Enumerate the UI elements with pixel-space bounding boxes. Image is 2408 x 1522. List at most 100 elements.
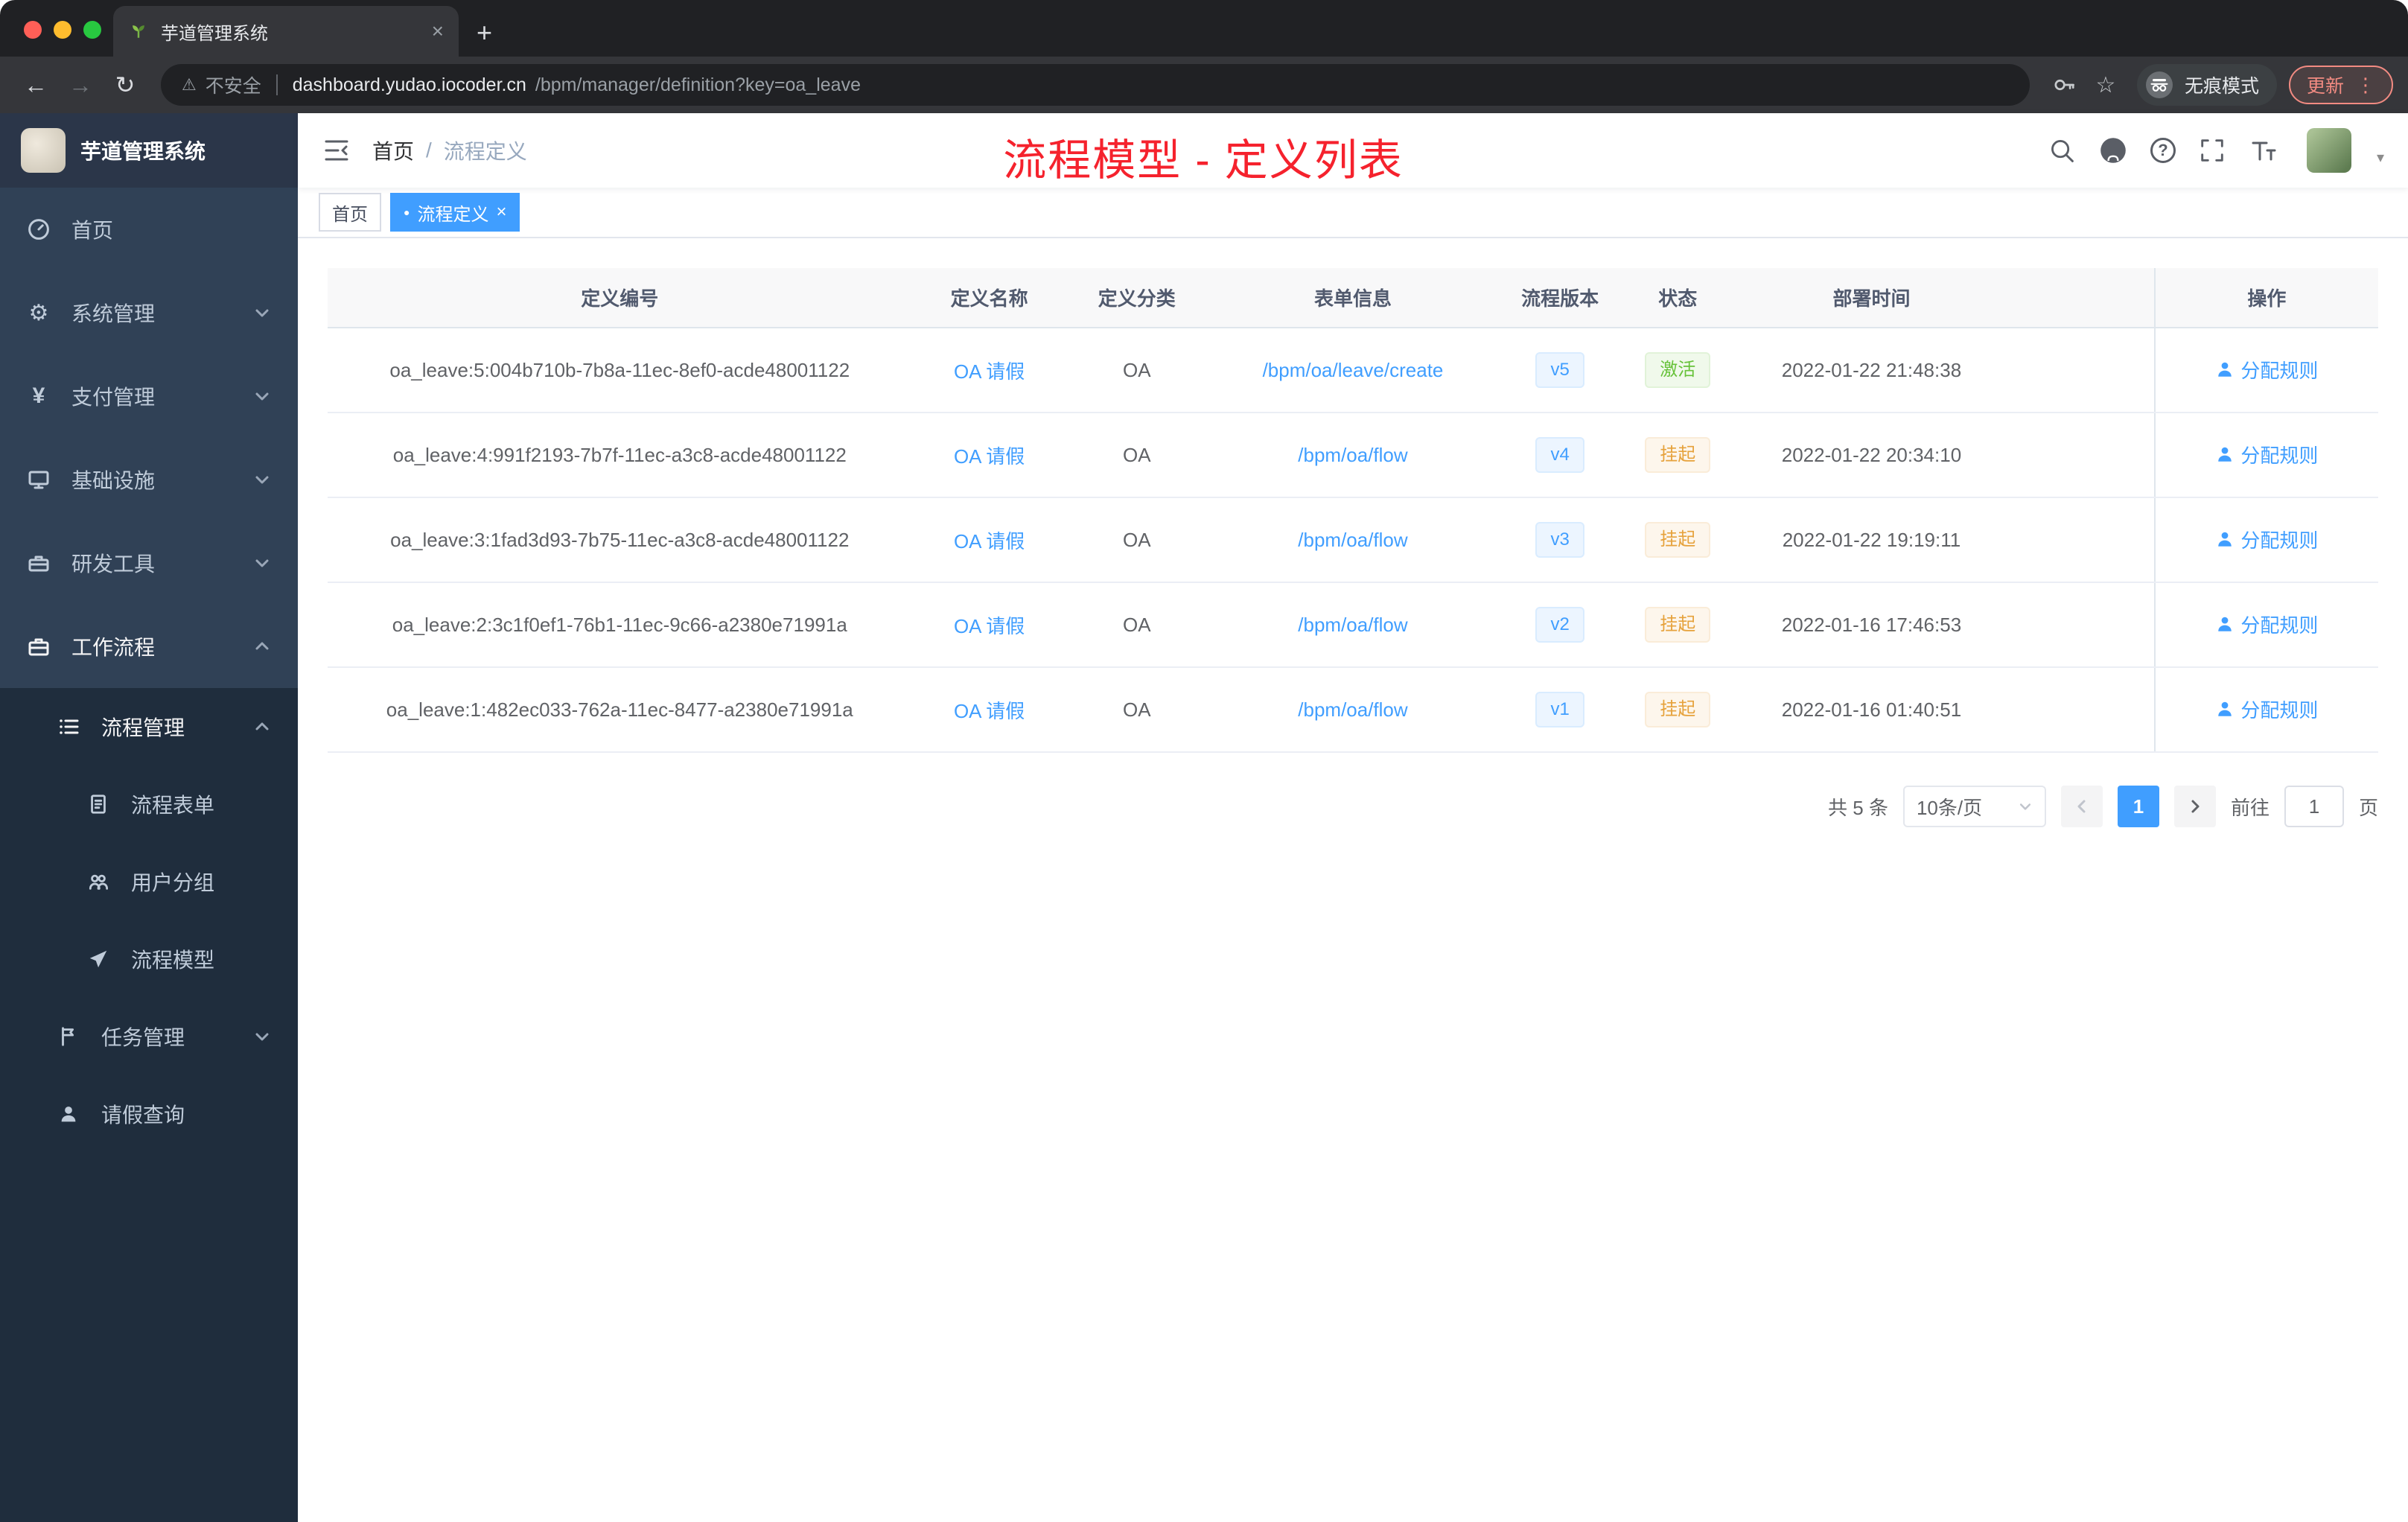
cell-definition-id: oa_leave:3:1fad3d93-7b75-11ec-a3c8-acde4… bbox=[328, 497, 912, 583]
sidebar-item-payment[interactable]: ¥ 支付管理 bbox=[0, 354, 298, 438]
sidebar-item-task-mgmt[interactable]: 任务管理 bbox=[0, 998, 298, 1075]
fullscreen-icon[interactable] bbox=[2198, 136, 2226, 165]
page-size-select[interactable]: 10条/页 bbox=[1902, 786, 2046, 827]
back-icon[interactable]: ← bbox=[15, 64, 57, 106]
tag-close-icon[interactable]: × bbox=[496, 203, 506, 221]
sidebar-item-home[interactable]: 首页 bbox=[0, 188, 298, 271]
key-icon[interactable] bbox=[2045, 66, 2083, 104]
breadcrumb-home[interactable]: 首页 bbox=[372, 136, 414, 165]
forward-icon[interactable]: → bbox=[60, 64, 101, 106]
bookmark-star-icon[interactable]: ☆ bbox=[2086, 66, 2125, 104]
window-zoom-button[interactable] bbox=[83, 21, 101, 39]
goto-label: 前往 bbox=[2230, 796, 2270, 819]
col-header-status: 状态 bbox=[1621, 268, 1735, 328]
search-icon[interactable] bbox=[2048, 136, 2076, 165]
tag-home[interactable]: 首页 bbox=[319, 193, 381, 232]
goto-page-input[interactable] bbox=[2284, 786, 2344, 827]
definition-name-link[interactable]: OA 请假 bbox=[954, 700, 1025, 722]
window-close-button[interactable] bbox=[24, 21, 42, 39]
sidebar-item-label: 流程表单 bbox=[131, 794, 215, 817]
sidebar-item-workflow[interactable]: 工作流程 bbox=[0, 605, 298, 688]
sidebar-item-user-group[interactable]: 用户分组 bbox=[0, 843, 298, 920]
reload-icon[interactable]: ↻ bbox=[104, 64, 146, 106]
page-number-button[interactable]: 1 bbox=[2117, 786, 2159, 827]
assign-rule-button[interactable]: 分配规则 bbox=[2215, 356, 2318, 383]
col-header-version: 流程版本 bbox=[1499, 268, 1622, 328]
chevron-down-icon bbox=[255, 392, 269, 401]
url-host: dashboard.yudao.iocoder.cn bbox=[292, 74, 526, 95]
cell-spacer bbox=[2008, 413, 2155, 498]
url-path: /bpm/manager/definition?key=oa_leave bbox=[535, 74, 861, 95]
definition-name-link[interactable]: OA 请假 bbox=[954, 445, 1025, 468]
sidebar-item-label: 流程模型 bbox=[131, 949, 215, 972]
pagination-total: 共 5 条 bbox=[1828, 796, 1888, 819]
table-row: oa_leave:2:3c1f0ef1-76b1-11ec-9c66-a2380… bbox=[328, 582, 2378, 668]
cell-spacer bbox=[2008, 497, 2155, 583]
cell-category: OA bbox=[1066, 582, 1207, 668]
sidebar-item-process-form[interactable]: 流程表单 bbox=[0, 765, 298, 843]
page-title-annotation: 流程模型 - 定义列表 bbox=[1003, 136, 1404, 185]
sidebar-item-label: 工作流程 bbox=[71, 636, 156, 659]
form-link[interactable]: /bpm/oa/flow bbox=[1298, 698, 1407, 721]
pagination: 共 5 条 10条/页 1 前往 页 bbox=[328, 786, 2378, 827]
sidebar-item-label: 任务管理 bbox=[101, 1026, 185, 1049]
assign-rule-button[interactable]: 分配规则 bbox=[2215, 611, 2318, 638]
sidebar-item-process-mgmt[interactable]: 流程管理 bbox=[0, 688, 298, 765]
chevron-down-icon bbox=[255, 559, 269, 567]
favicon-icon bbox=[133, 25, 144, 38]
table-row: oa_leave:5:004b710b-7b8a-11ec-8ef0-acde4… bbox=[328, 328, 2378, 413]
person-icon bbox=[2218, 617, 2232, 631]
cell-spacer bbox=[2008, 667, 2155, 753]
avatar-caret-icon[interactable]: ▾ bbox=[2377, 148, 2384, 167]
address-bar[interactable]: ⚠ 不安全 dashboard.yudao.iocoder.cn/bpm/man… bbox=[161, 64, 2030, 106]
sidebar-item-label: 用户分组 bbox=[131, 871, 215, 894]
assign-rule-button[interactable]: 分配规则 bbox=[2215, 441, 2318, 468]
form-link[interactable]: /bpm/oa/flow bbox=[1298, 614, 1407, 636]
warning-icon: ⚠ bbox=[182, 75, 197, 94]
user-avatar[interactable] bbox=[2306, 128, 2351, 173]
help-icon[interactable]: ? bbox=[2150, 138, 2176, 163]
chevron-up-icon bbox=[255, 722, 269, 730]
table-header-row: 定义编号 定义名称 定义分类 表单信息 流程版本 状态 部署时间 操作 bbox=[328, 268, 2378, 328]
version-tag: v5 bbox=[1535, 352, 1584, 388]
definition-name-link[interactable]: OA 请假 bbox=[954, 360, 1025, 383]
sidebar-item-infra[interactable]: 基础设施 bbox=[0, 438, 298, 521]
cell-deploy-time: 2022-01-22 21:48:38 bbox=[1734, 328, 2009, 413]
version-tag: v3 bbox=[1535, 522, 1584, 558]
definition-name-link[interactable]: OA 请假 bbox=[954, 615, 1025, 637]
assign-rule-button[interactable]: 分配规则 bbox=[2215, 695, 2318, 723]
github-icon[interactable] bbox=[2098, 136, 2128, 165]
next-page-button[interactable] bbox=[2173, 786, 2216, 827]
form-link[interactable]: /bpm/oa/leave/create bbox=[1263, 359, 1444, 381]
person-icon bbox=[2218, 701, 2232, 716]
sidebar: 芋道管理系统 首页 ⚙ 系统管理 ¥ 支付管理 基础设施 研发工具 工作流程 流… bbox=[0, 113, 298, 1522]
url-separator bbox=[275, 74, 278, 95]
monitor-icon bbox=[27, 468, 51, 491]
window-minimize-button[interactable] bbox=[54, 21, 71, 39]
sidebar-item-leave-query[interactable]: 请假查询 bbox=[0, 1075, 298, 1153]
form-link[interactable]: /bpm/oa/flow bbox=[1298, 444, 1407, 466]
toolbox-icon bbox=[27, 551, 51, 575]
browser-tab[interactable]: 芋道管理系统 × bbox=[113, 6, 459, 57]
sidebar-item-process-model[interactable]: 流程模型 bbox=[0, 920, 298, 998]
assign-rule-button[interactable]: 分配规则 bbox=[2215, 526, 2318, 553]
definition-name-link[interactable]: OA 请假 bbox=[954, 530, 1025, 553]
form-link[interactable]: /bpm/oa/flow bbox=[1298, 529, 1407, 551]
status-badge: 激活 bbox=[1645, 352, 1711, 388]
prev-page-button[interactable] bbox=[2060, 786, 2103, 827]
new-tab-button[interactable]: + bbox=[477, 19, 492, 46]
active-dot-icon: ● bbox=[404, 206, 410, 218]
sidebar-item-system[interactable]: ⚙ 系统管理 bbox=[0, 271, 298, 354]
font-size-icon[interactable] bbox=[2249, 136, 2278, 165]
col-header-spacer bbox=[2008, 268, 2155, 328]
person-icon bbox=[2218, 532, 2232, 547]
sidebar-item-devtools[interactable]: 研发工具 bbox=[0, 521, 298, 605]
sidebar-toggle-icon[interactable] bbox=[322, 136, 351, 165]
incognito-icon bbox=[2145, 71, 2173, 98]
version-tag: v1 bbox=[1535, 692, 1584, 727]
update-button[interactable]: 更新 ⋮ bbox=[2288, 66, 2393, 104]
tag-process-definition[interactable]: ● 流程定义 × bbox=[390, 193, 520, 232]
tab-close-icon[interactable]: × bbox=[432, 21, 444, 42]
cell-deploy-time: 2022-01-16 17:46:53 bbox=[1734, 582, 2009, 668]
browser-menu-icon[interactable]: ⋮ bbox=[2356, 74, 2375, 97]
